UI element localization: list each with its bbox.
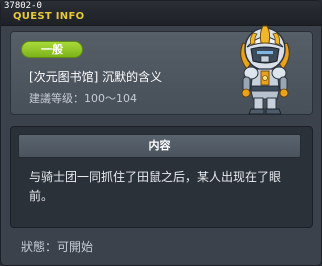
quest-name: [次元图书馆] 沉默的含义 <box>29 70 163 84</box>
window-title: QUEST INFO <box>13 11 85 22</box>
level-range: 100～104 <box>84 92 137 105</box>
level-label: 建議等级： <box>29 92 84 105</box>
armored-knight-npc-icon <box>240 25 290 115</box>
quest-id: 37802-0 <box>4 1 42 11</box>
quest-info-window: 37802-0 QUEST INFO 一般 [次元图书馆] 沉默的含义 建議等级… <box>0 0 322 266</box>
quest-description: 与骑士团一同抓住了田鼠之后，某人出现在了眼前。 <box>29 170 282 203</box>
status-label: 狀態： <box>21 240 58 254</box>
status-value: 可開始 <box>57 240 94 254</box>
quest-category-tag: 一般 <box>21 41 83 58</box>
level-requirement: 建議等级：100～104 <box>29 90 137 106</box>
quest-status: 狀態：可開始 <box>21 238 93 255</box>
content-header: 内容 <box>18 134 301 158</box>
